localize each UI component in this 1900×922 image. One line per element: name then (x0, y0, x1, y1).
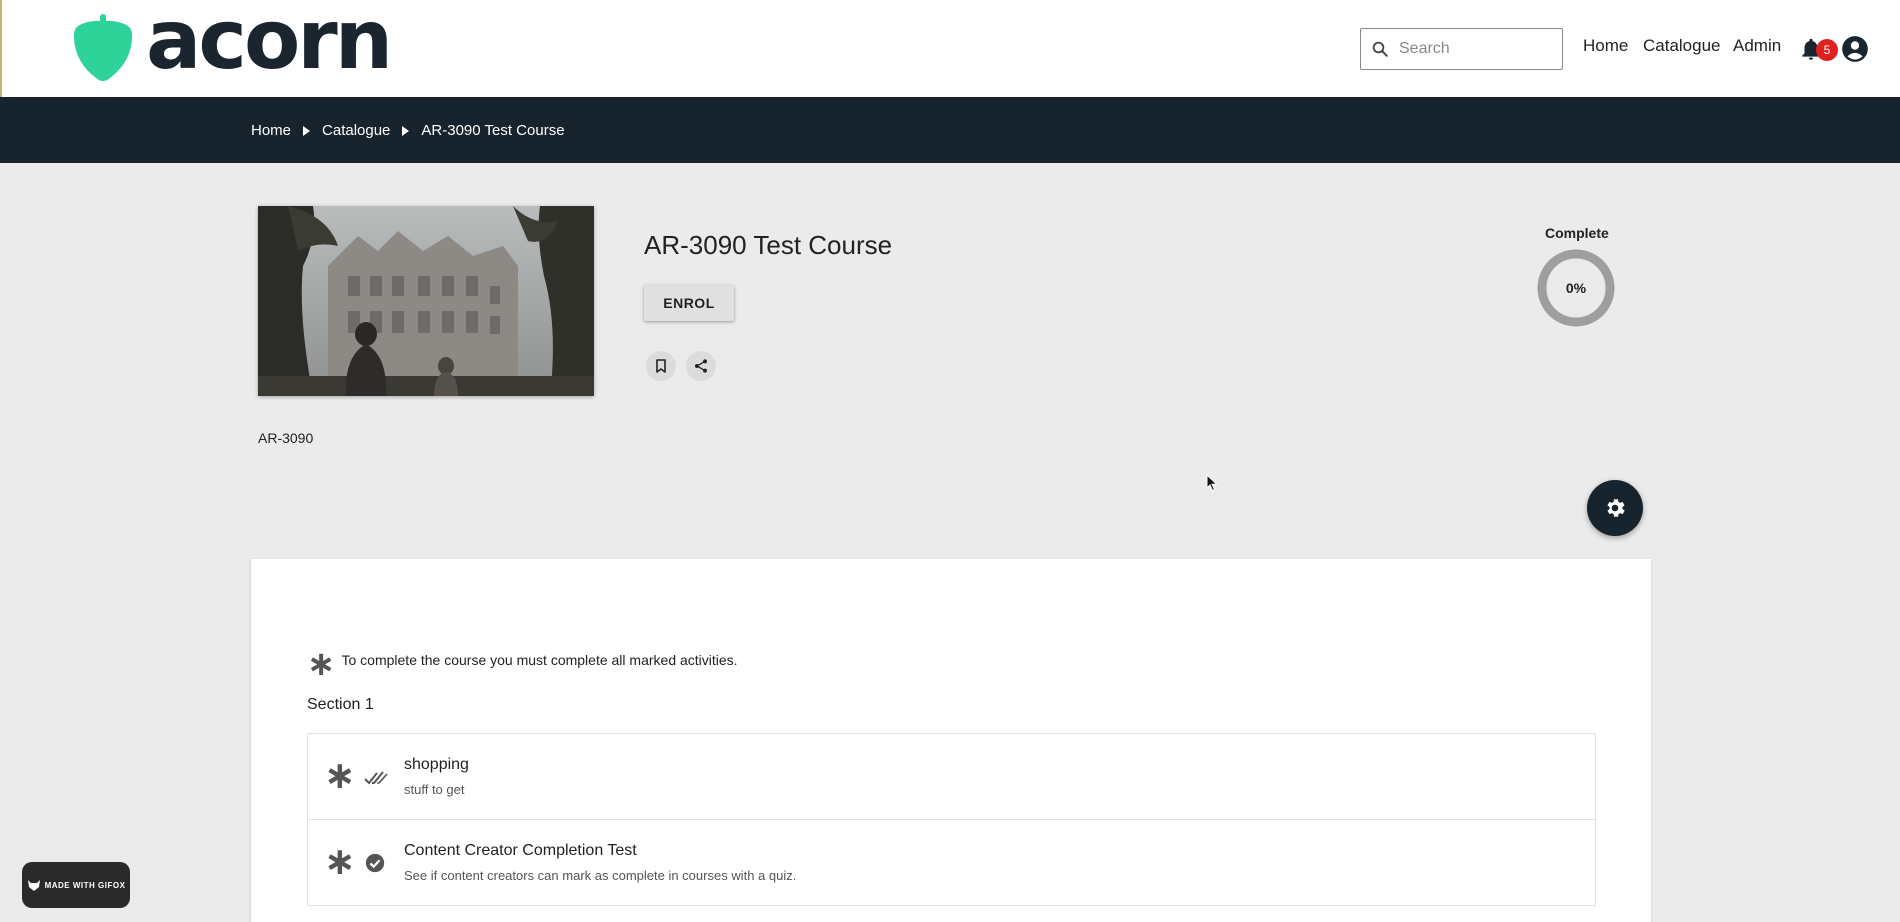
required-asterisk-icon: ∗ (324, 753, 356, 797)
search-icon (1372, 41, 1388, 57)
required-asterisk-icon: ∗ (307, 644, 336, 684)
top-header: acorn Home Catalogue Admin 5 (0, 0, 1900, 97)
share-icon (695, 359, 707, 373)
bookmark-button[interactable] (646, 351, 676, 381)
search-box[interactable] (1360, 28, 1563, 70)
gear-icon (1607, 499, 1625, 517)
enrol-button[interactable]: ENROL (644, 285, 734, 321)
search-input[interactable] (1399, 40, 1549, 58)
activity-description: See if content creators can mark as comp… (404, 868, 797, 883)
course-code: AR-3090 (258, 430, 314, 446)
breadcrumb-bar: Home Catalogue AR-3090 Test Course (0, 97, 1900, 163)
breadcrumb-catalogue-link[interactable]: Catalogue (322, 122, 390, 139)
nav-admin-link[interactable]: Admin (1733, 36, 1781, 56)
settings-button[interactable] (1587, 480, 1643, 536)
course-title: AR-3090 Test Course (644, 230, 893, 260)
mouse-cursor-icon (1206, 474, 1218, 492)
notification-count-badge: 5 (1816, 39, 1838, 61)
acorn-logo[interactable]: acorn (72, 0, 393, 84)
course-photo-illustration (258, 206, 594, 396)
activity-description: stuff to get (404, 782, 465, 797)
section-title: Section 1 (307, 696, 374, 713)
activity-title[interactable]: shopping (404, 756, 469, 774)
course-content-panel: ∗ To complete the course you must comple… (251, 559, 1651, 922)
acorn-logo-icon (73, 14, 133, 81)
activity-list: ∗ shopping stuff to get ∗ Content Creato… (307, 733, 1596, 906)
account-circle-icon (1842, 36, 1868, 62)
activity-item[interactable]: ∗ Content Creator Completion Test See if… (308, 820, 1595, 906)
account-button[interactable] (1841, 35, 1869, 68)
course-cover-image (258, 206, 594, 396)
breadcrumb-current-page: AR-3090 Test Course (421, 122, 565, 139)
double-check-icon (364, 771, 388, 785)
bookmark-icon (656, 359, 666, 373)
gifox-watermark: MADE WITH GIFOX (22, 862, 130, 908)
completion-note: ∗ To complete the course you must comple… (307, 639, 738, 681)
nav-home-link[interactable]: Home (1583, 36, 1628, 56)
share-button[interactable] (686, 351, 716, 381)
completion-note-text: To complete the course you must complete… (341, 652, 738, 668)
check-circle-icon (365, 853, 385, 873)
activity-item[interactable]: ∗ shopping stuff to get (308, 734, 1595, 820)
progress-label: Complete (1545, 225, 1609, 241)
required-asterisk-icon: ∗ (324, 839, 356, 883)
breadcrumb-separator-icon (303, 125, 311, 136)
nav-catalogue-link[interactable]: Catalogue (1643, 36, 1721, 56)
breadcrumb: Home Catalogue AR-3090 Test Course (251, 122, 565, 139)
activity-title[interactable]: Content Creator Completion Test (404, 842, 637, 860)
gifox-logo-icon (27, 880, 40, 891)
acorn-logo-text: acorn (146, 0, 393, 88)
gifox-watermark-text: MADE WITH GIFOX (44, 880, 126, 890)
breadcrumb-separator-icon (402, 125, 410, 136)
breadcrumb-home-link[interactable]: Home (251, 122, 291, 139)
progress-percentage: 0% (1565, 280, 1587, 296)
